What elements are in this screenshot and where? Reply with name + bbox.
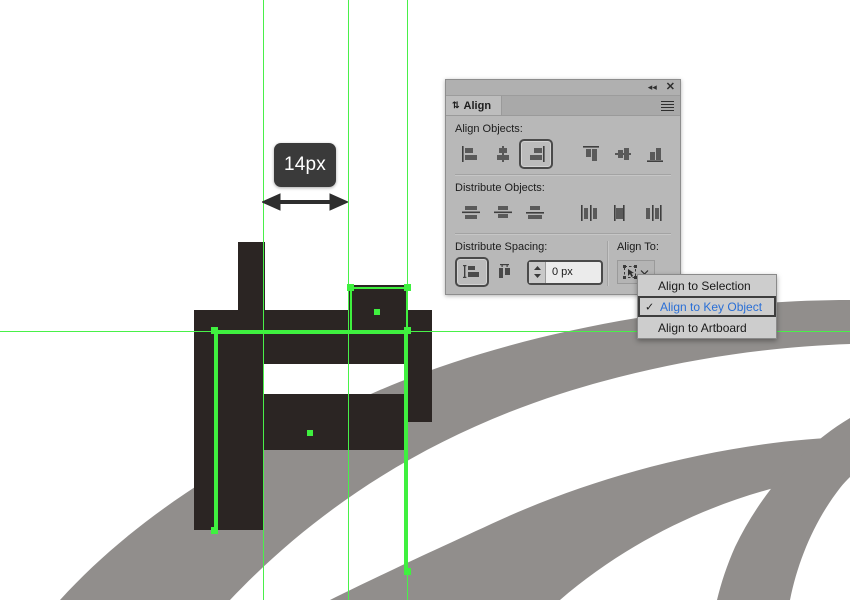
vertical-distribute-space-button[interactable] xyxy=(455,257,489,287)
menu-item-align-to-selection[interactable]: Align to Selection xyxy=(638,275,776,296)
section-divider xyxy=(455,174,671,176)
panel-title: Align xyxy=(463,99,492,112)
vertical-distribute-space-icon xyxy=(463,265,479,278)
selection-edge-left xyxy=(350,287,352,333)
measurement-tooltip: 14px xyxy=(274,143,336,187)
panel-titlebar: ◂◂ ✕ xyxy=(446,80,680,96)
measurement-label: 14px xyxy=(283,154,326,175)
horizontal-align-right-icon xyxy=(530,146,545,162)
horizontal-distribute-space-icon xyxy=(499,264,510,278)
horizontal-align-left-button[interactable] xyxy=(455,140,487,168)
selection-handle[interactable] xyxy=(347,284,354,291)
horizontal-distribute-center-button[interactable] xyxy=(605,199,637,227)
menu-item-label: Align to Artboard xyxy=(658,320,747,335)
vertical-guide xyxy=(263,0,264,600)
horizontal-distribute-center-icon xyxy=(614,205,625,221)
hamburger-menu-icon[interactable] xyxy=(661,100,674,111)
selection-handle[interactable] xyxy=(211,327,218,334)
distribute-objects-label: Distribute Objects: xyxy=(455,182,545,194)
vertical-align-top-button[interactable] xyxy=(575,140,607,168)
selection-handle[interactable] xyxy=(211,527,218,534)
checkmark-icon: ✓ xyxy=(645,301,655,313)
selection-edge-right xyxy=(404,330,408,572)
distribute-objects-buttons xyxy=(455,199,671,227)
selection-edge-left xyxy=(214,330,218,532)
illustrator-canvas-screenshot: 14px ◂◂ ✕ ⇅ Align Align Objects: Distrib… xyxy=(0,0,850,600)
vertical-distribute-center-button[interactable] xyxy=(487,199,519,227)
horizontal-distribute-left-icon xyxy=(581,205,597,221)
tab-align[interactable]: ⇅ Align xyxy=(446,96,503,115)
distribute-spacing-controls: 0 px xyxy=(455,257,603,287)
horizontal-align-center-button[interactable] xyxy=(487,140,519,168)
vertical-guide xyxy=(348,0,349,600)
section-divider xyxy=(455,233,671,235)
spacing-value: 0 px xyxy=(552,266,573,278)
vertical-align-top-icon xyxy=(583,146,599,161)
vertical-distribute-bottom-button[interactable] xyxy=(519,199,551,227)
vertical-align-bottom-button[interactable] xyxy=(639,140,671,168)
double-headed-arrow-icon xyxy=(262,193,348,211)
horizontal-align-right-button[interactable] xyxy=(519,139,553,169)
menu-item-align-to-artboard[interactable]: Align to Artboard xyxy=(638,317,776,338)
selection-center-point xyxy=(374,309,380,315)
selection-edge-top xyxy=(214,330,408,334)
art-shape xyxy=(194,334,432,364)
vertical-distribute-center-icon xyxy=(494,206,512,218)
selection-handle[interactable] xyxy=(404,568,411,575)
selection-handle[interactable] xyxy=(404,284,411,291)
align-to-label: Align To: xyxy=(616,241,659,253)
menu-item-align-to-key-object[interactable]: ✓ Align to Key Object xyxy=(638,296,776,317)
selection-handle[interactable] xyxy=(404,327,411,334)
vertical-align-center-button[interactable] xyxy=(607,140,639,168)
horizontal-align-center-icon xyxy=(497,146,509,162)
horizontal-align-left-icon xyxy=(462,146,477,162)
distribute-spacing-label: Distribute Spacing: xyxy=(455,241,548,253)
menu-item-label: Align to Key Object xyxy=(660,299,763,314)
menu-item-label: Align to Selection xyxy=(658,278,751,293)
tab-row-spacer xyxy=(502,96,661,115)
horizontal-distribute-right-icon xyxy=(646,205,662,221)
horizontal-distribute-space-button[interactable] xyxy=(489,258,521,286)
collapse-icon[interactable]: ◂◂ xyxy=(648,83,657,92)
vertical-distribute-top-icon xyxy=(462,206,480,219)
panel-tab-row: ⇅ Align xyxy=(446,96,680,116)
art-shape xyxy=(238,242,265,310)
art-shape xyxy=(239,364,263,530)
align-panel[interactable]: ◂◂ ✕ ⇅ Align Align Objects: Distribute O… xyxy=(445,79,681,295)
selection-edge-top xyxy=(350,287,408,289)
close-icon[interactable]: ✕ xyxy=(666,82,675,93)
distribute-spacing-group: Distribute Spacing: 0 px xyxy=(455,241,603,287)
horizontal-distribute-left-button[interactable] xyxy=(573,199,605,227)
selection-center-point xyxy=(307,430,313,436)
spacing-stepper-icon[interactable] xyxy=(529,261,546,283)
vertical-align-bottom-icon xyxy=(647,148,663,162)
art-shape xyxy=(406,364,432,422)
horizontal-distribute-right-button[interactable] xyxy=(637,199,669,227)
vertical-distribute-bottom-icon xyxy=(526,206,544,219)
vertical-align-center-icon xyxy=(615,148,631,160)
spacing-input-field[interactable]: 0 px xyxy=(527,259,603,285)
vertical-separator xyxy=(607,241,609,286)
art-shape xyxy=(263,422,406,450)
up-down-stepper-icon xyxy=(533,266,541,278)
align-objects-buttons xyxy=(455,139,671,169)
align-objects-label: Align Objects: xyxy=(455,123,523,135)
panel-body: Align Objects: Distribute Objects: Distr… xyxy=(446,116,680,294)
tab-grip-icon: ⇅ xyxy=(452,100,460,110)
align-to-dropdown-menu[interactable]: Align to Selection ✓ Align to Key Object… xyxy=(637,274,777,339)
vertical-distribute-top-button[interactable] xyxy=(455,199,487,227)
